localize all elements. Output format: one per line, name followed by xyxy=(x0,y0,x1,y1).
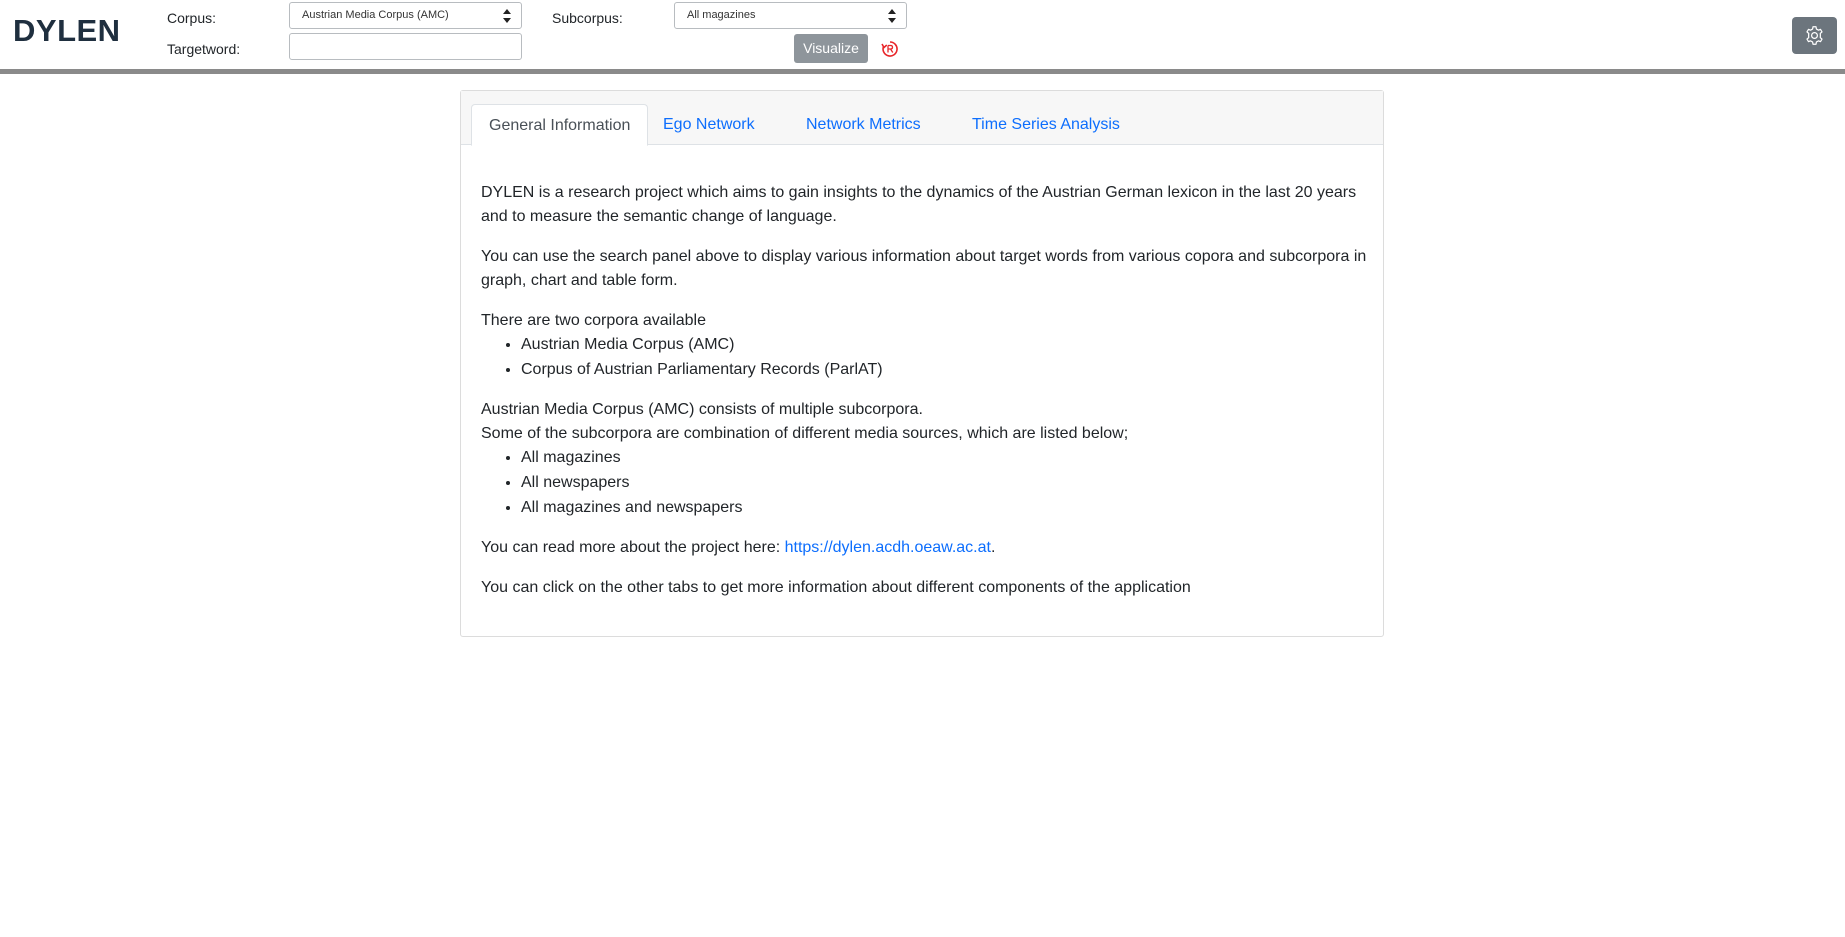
corpora-heading: There are two corpora available xyxy=(481,312,707,329)
intro-paragraph: DYLEN is a research project which aims t… xyxy=(481,184,1357,225)
amc-description: Austrian Media Corpus (AMC) consists of … xyxy=(481,401,923,418)
usage-paragraph: You can use the search panel above to di… xyxy=(481,248,1367,289)
list-item: Austrian Media Corpus (AMC) xyxy=(521,333,1371,357)
tab-general-information[interactable]: General Information xyxy=(471,104,649,146)
tab-ego-network[interactable]: Ego Network xyxy=(646,104,772,146)
tab-time-series-analysis[interactable]: Time Series Analysis xyxy=(955,104,1137,146)
visualize-button[interactable]: Visualize xyxy=(794,34,868,63)
targetword-input[interactable] xyxy=(289,33,522,60)
list-item: All magazines xyxy=(521,446,1371,470)
info-card: General Information Ego Network Network … xyxy=(460,90,1384,637)
corpus-select-value: Austrian Media Corpus (AMC) xyxy=(302,9,449,21)
subcorpus-select-value: All magazines xyxy=(687,9,756,21)
select-arrows-icon xyxy=(503,9,511,23)
read-more-text: You can read more about the project here… xyxy=(481,539,785,556)
gear-icon xyxy=(1806,26,1823,45)
tab-network-metrics[interactable]: Network Metrics xyxy=(789,104,938,146)
corpora-list: Austrian Media Corpus (AMC) Corpus of Au… xyxy=(481,333,1371,382)
top-search-bar: DYLEN Corpus: Austrian Media Corpus (AMC… xyxy=(0,0,1845,70)
app-logo[interactable]: DYLEN xyxy=(13,13,121,49)
read-more-paragraph: You can read more about the project here… xyxy=(481,536,1371,560)
topbar-divider xyxy=(0,69,1845,74)
settings-button[interactable] xyxy=(1792,17,1837,54)
subcorpora-intro: Some of the subcorpora are combination o… xyxy=(481,425,1129,442)
reset-icon[interactable] xyxy=(881,40,899,58)
tab-bar: General Information Ego Network Network … xyxy=(461,91,1383,146)
list-item: All newspapers xyxy=(521,471,1371,495)
general-information-panel: DYLEN is a research project which aims t… xyxy=(481,181,1371,616)
corpus-select[interactable]: Austrian Media Corpus (AMC) xyxy=(289,2,522,29)
subcorpus-label: Subcorpus: xyxy=(552,10,623,26)
subcorpus-select[interactable]: All magazines xyxy=(674,2,907,29)
subcorpora-list: All magazines All newspapers All magazin… xyxy=(481,446,1371,520)
read-more-suffix: . xyxy=(990,539,996,556)
corpus-label: Corpus: xyxy=(167,10,217,26)
list-item: Corpus of Austrian Parliamentary Records… xyxy=(521,358,1371,382)
project-link[interactable]: https://dylen.acdh.oeaw.ac.at xyxy=(785,539,991,556)
list-item: All magazines and newspapers xyxy=(521,496,1371,520)
select-arrows-icon xyxy=(888,9,896,23)
tabs-hint-paragraph: You can click on the other tabs to get m… xyxy=(481,579,1191,596)
targetword-label: Targetword: xyxy=(167,41,241,57)
